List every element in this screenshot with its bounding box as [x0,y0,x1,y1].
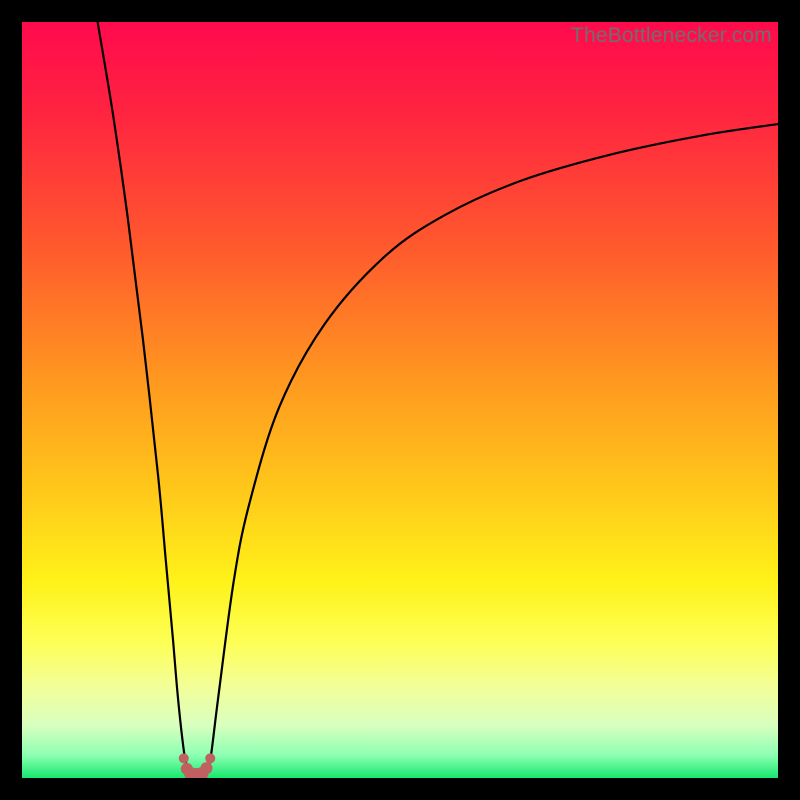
chart-frame: TheBottlenecker.com [22,22,778,778]
bottleneck-chart [22,22,778,778]
watermark-text: TheBottlenecker.com [571,24,772,48]
valley-dot [200,762,212,774]
gradient-background [22,22,778,778]
valley-dot [205,753,215,763]
valley-dot [179,753,189,763]
